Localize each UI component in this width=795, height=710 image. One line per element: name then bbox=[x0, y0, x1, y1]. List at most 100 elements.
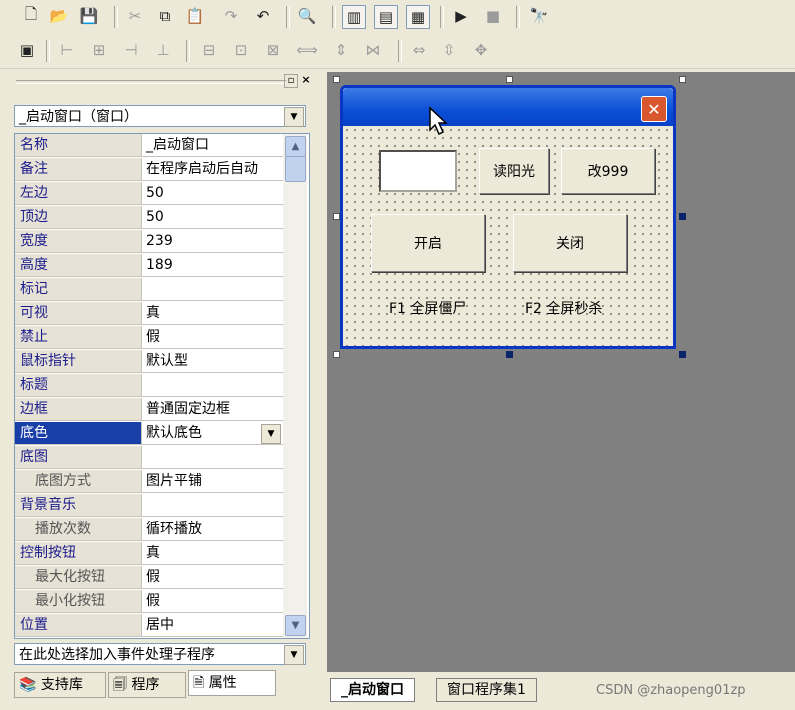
tab-startup-window[interactable]: _启动窗口 bbox=[330, 678, 415, 702]
property-value[interactable]: 50 bbox=[142, 182, 283, 205]
property-value[interactable] bbox=[142, 278, 283, 301]
property-value[interactable]: 189 bbox=[142, 254, 283, 277]
center-h-icon[interactable]: ⇔ bbox=[408, 39, 430, 61]
property-row[interactable]: 标记 bbox=[15, 278, 283, 302]
property-value[interactable]: 真 bbox=[142, 302, 283, 325]
property-scrollbar[interactable]: ▲ ▼ bbox=[283, 134, 307, 638]
tab-program[interactable]: 🗐 程序 bbox=[108, 672, 186, 698]
chevron-down-icon[interactable]: ▼ bbox=[284, 107, 304, 127]
property-value[interactable]: 假 bbox=[142, 590, 283, 613]
property-row[interactable]: 背景音乐 bbox=[15, 494, 283, 518]
property-row[interactable]: 控制按钮真 bbox=[15, 542, 283, 566]
undo-icon[interactable]: ↶ bbox=[252, 5, 274, 27]
debug-icon[interactable]: 🔭 bbox=[528, 5, 550, 27]
property-row[interactable]: 底图方式 图片平铺 bbox=[15, 470, 283, 494]
property-row[interactable]: 最大化按钮假 bbox=[15, 566, 283, 590]
property-row[interactable]: 底色 默认底色 ▼ bbox=[15, 422, 283, 446]
property-value[interactable]: 假 bbox=[142, 566, 283, 589]
property-row[interactable]: 备注 在程序启动后自动 bbox=[15, 158, 283, 182]
property-value[interactable]: 默认型 bbox=[142, 350, 283, 373]
chevron-down-icon[interactable]: ▼ bbox=[261, 424, 281, 444]
align-left-icon[interactable]: ⊢ bbox=[56, 39, 78, 61]
copy-icon[interactable]: ⧉ bbox=[154, 5, 176, 27]
scroll-thumb[interactable] bbox=[285, 156, 306, 182]
form-icon[interactable]: ▣ bbox=[16, 39, 38, 61]
v-spacing-icon[interactable]: ⇕ bbox=[330, 39, 352, 61]
window-title-bar[interactable]: ✕ bbox=[343, 88, 673, 126]
property-row[interactable]: 顶边 50 bbox=[15, 206, 283, 230]
center-v-icon[interactable]: ⇳ bbox=[438, 39, 460, 61]
property-row[interactable]: 播放次数 循环播放 bbox=[15, 518, 283, 542]
save-icon[interactable]: 💾 bbox=[78, 5, 100, 27]
window-client-area[interactable]: 读阳光 改999 开启 关闭 F1 全屏僵尸 F2 全屏秒杀 bbox=[343, 126, 673, 346]
property-row[interactable]: 边框 普通固定边框 bbox=[15, 398, 283, 422]
property-row[interactable]: 左边 50 bbox=[15, 182, 283, 206]
resize-handle[interactable] bbox=[333, 213, 340, 220]
close-button[interactable]: 关闭 bbox=[513, 214, 627, 272]
new-file-icon[interactable]: 🗋 bbox=[20, 5, 42, 27]
property-value[interactable]: 循环播放 bbox=[142, 518, 283, 541]
paste-icon[interactable]: 📋 bbox=[184, 5, 206, 27]
resize-handle[interactable] bbox=[333, 76, 340, 83]
designed-window[interactable]: ✕ 读阳光 改999 开启 关闭 F1 全屏僵尸 F2 全屏秒杀 bbox=[340, 85, 676, 349]
resize-handle[interactable] bbox=[333, 351, 340, 358]
align-bottom-icon[interactable]: ⊥ bbox=[152, 39, 174, 61]
redo-icon[interactable]: ↷ bbox=[220, 5, 242, 27]
property-row[interactable]: 标题 bbox=[15, 374, 283, 398]
resize-handle[interactable] bbox=[679, 351, 686, 358]
chevron-down-icon[interactable]: ▼ bbox=[284, 645, 304, 665]
property-value[interactable] bbox=[142, 494, 283, 517]
property-row[interactable]: 位置 居中 bbox=[15, 614, 283, 638]
property-value[interactable]: 50 bbox=[142, 206, 283, 229]
property-row[interactable]: 最小化按钮假 bbox=[15, 590, 283, 614]
resize-handle[interactable] bbox=[506, 351, 513, 358]
property-row[interactable]: 高度 189 bbox=[15, 254, 283, 278]
align-center-icon[interactable]: ⊞ bbox=[88, 39, 110, 61]
layout-1-icon[interactable]: ▥ bbox=[342, 5, 366, 29]
edit-box[interactable] bbox=[379, 150, 457, 192]
property-value[interactable]: 真 bbox=[142, 542, 283, 565]
same-size-icon[interactable]: ⊠ bbox=[262, 39, 284, 61]
run-icon[interactable]: ▶ bbox=[450, 5, 472, 27]
property-row[interactable]: 可视真 bbox=[15, 302, 283, 326]
scroll-down-icon[interactable]: ▼ bbox=[285, 615, 306, 636]
scroll-up-icon[interactable]: ▲ bbox=[285, 136, 306, 157]
resize-handle[interactable] bbox=[506, 76, 513, 83]
read-sunlight-button[interactable]: 读阳光 bbox=[479, 148, 549, 194]
layout-2-icon[interactable]: ▤ bbox=[374, 5, 398, 29]
property-row[interactable]: 禁止假 bbox=[15, 326, 283, 350]
property-value[interactable]: 普通固定边框 bbox=[142, 398, 283, 421]
property-row[interactable]: 鼠标指针 默认型 bbox=[15, 350, 283, 374]
property-value[interactable] bbox=[142, 374, 283, 397]
resize-handle[interactable] bbox=[679, 76, 686, 83]
change-999-button[interactable]: 改999 bbox=[561, 148, 655, 194]
property-value[interactable] bbox=[142, 446, 283, 469]
property-value[interactable]: 239 bbox=[142, 230, 283, 253]
cut-icon[interactable]: ✂ bbox=[124, 5, 146, 27]
property-row[interactable]: 宽度 239 bbox=[15, 230, 283, 254]
center-both-icon[interactable]: ✥ bbox=[470, 39, 492, 61]
tab-support-library[interactable]: 📚 支持库 bbox=[14, 672, 106, 698]
align-right-icon[interactable]: ⊣ bbox=[120, 39, 142, 61]
property-value[interactable]: 居中 bbox=[142, 614, 283, 637]
property-value[interactable]: 图片平铺 bbox=[142, 470, 283, 493]
same-width-icon[interactable]: ⊟ bbox=[198, 39, 220, 61]
tab-window-program-set[interactable]: 窗口程序集1 bbox=[436, 678, 537, 702]
same-height-icon[interactable]: ⊡ bbox=[230, 39, 252, 61]
layout-3-icon[interactable]: ▦ bbox=[406, 5, 430, 29]
property-row[interactable]: 名称 _启动窗口 bbox=[15, 134, 283, 158]
property-value[interactable]: _启动窗口 bbox=[142, 134, 283, 157]
close-icon[interactable]: ✕ bbox=[641, 96, 667, 122]
start-button[interactable]: 开启 bbox=[371, 214, 485, 272]
event-selector[interactable]: 在此处选择加入事件处理子程序 ▼ bbox=[14, 643, 306, 665]
tab-properties[interactable]: 🗎 属性 bbox=[188, 670, 276, 696]
property-row[interactable]: 底图 bbox=[15, 446, 283, 470]
h-spacing-icon[interactable]: ⟺ bbox=[296, 39, 318, 61]
property-value[interactable]: 在程序启动后自动 bbox=[142, 158, 283, 181]
object-selector[interactable]: _启动窗口（窗口） ▼ bbox=[14, 105, 306, 127]
property-value[interactable]: 假 bbox=[142, 326, 283, 349]
open-folder-icon[interactable]: 📂 bbox=[48, 5, 70, 27]
stop-icon[interactable]: ■ bbox=[482, 5, 504, 27]
distribute-icon[interactable]: ⋈ bbox=[362, 39, 384, 61]
find-icon[interactable]: 🔍 bbox=[296, 5, 318, 27]
